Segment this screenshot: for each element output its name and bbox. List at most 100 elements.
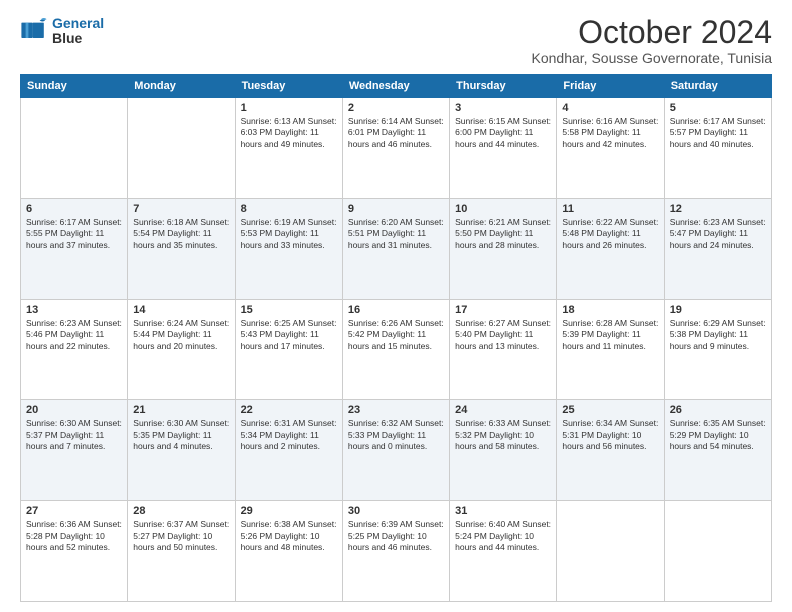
- day-number: 17: [455, 304, 551, 316]
- calendar-cell: 2 Sunrise: 6:14 AM Sunset: 6:01 PM Daylig…: [342, 98, 449, 199]
- calendar-cell: 18 Sunrise: 6:28 AM Sunset: 5:39 PM Dayli…: [557, 299, 664, 400]
- page: General Blue October 2024 Kondhar, Souss…: [0, 0, 792, 612]
- col-header-monday: Monday: [128, 75, 235, 98]
- day-info: Sunrise: 6:30 AM Sunset: 5:35 PM Dayligh…: [133, 418, 229, 452]
- calendar-cell: 10 Sunrise: 6:21 AM Sunset: 5:50 PM Dayli…: [450, 198, 557, 299]
- day-number: 18: [562, 304, 658, 316]
- calendar-cell: 22 Sunrise: 6:31 AM Sunset: 5:34 PM Dayli…: [235, 400, 342, 501]
- day-number: 2: [348, 102, 444, 114]
- day-number: 24: [455, 404, 551, 416]
- day-number: 13: [26, 304, 122, 316]
- day-number: 7: [133, 203, 229, 215]
- day-info: Sunrise: 6:37 AM Sunset: 5:27 PM Dayligh…: [133, 519, 229, 553]
- day-number: 29: [241, 505, 337, 517]
- day-info: Sunrise: 6:17 AM Sunset: 5:57 PM Dayligh…: [670, 116, 766, 150]
- day-number: 10: [455, 203, 551, 215]
- logo: General Blue: [20, 16, 104, 47]
- day-info: Sunrise: 6:35 AM Sunset: 5:29 PM Dayligh…: [670, 418, 766, 452]
- day-number: 25: [562, 404, 658, 416]
- day-info: Sunrise: 6:19 AM Sunset: 5:53 PM Dayligh…: [241, 217, 337, 251]
- day-info: Sunrise: 6:18 AM Sunset: 5:54 PM Dayligh…: [133, 217, 229, 251]
- calendar-cell: 23Sunrise: 6:32 AM Sunset: 5:33 PM Dayli…: [342, 400, 449, 501]
- day-info: Sunrise: 6:38 AM Sunset: 5:26 PM Dayligh…: [241, 519, 337, 553]
- calendar-cell: 21 Sunrise: 6:30 AM Sunset: 5:35 PM Dayli…: [128, 400, 235, 501]
- day-info: Sunrise: 6:39 AM Sunset: 5:25 PM Dayligh…: [348, 519, 444, 553]
- month-title: October 2024: [532, 16, 772, 48]
- day-info: Sunrise: 6:29 AM Sunset: 5:38 PM Dayligh…: [670, 318, 766, 352]
- calendar-cell: [21, 98, 128, 199]
- day-number: 27: [26, 505, 122, 517]
- day-number: 9: [348, 203, 444, 215]
- day-info: Sunrise: 6:21 AM Sunset: 5:50 PM Dayligh…: [455, 217, 551, 251]
- col-header-friday: Friday: [557, 75, 664, 98]
- day-number: 12: [670, 203, 766, 215]
- calendar-cell: [128, 98, 235, 199]
- calendar-cell: 28 Sunrise: 6:37 AM Sunset: 5:27 PM Dayli…: [128, 501, 235, 602]
- calendar-cell: [664, 501, 771, 602]
- day-number: 8: [241, 203, 337, 215]
- day-number: 19: [670, 304, 766, 316]
- calendar-cell: 25 Sunrise: 6:34 AM Sunset: 5:31 PM Dayli…: [557, 400, 664, 501]
- day-number: 22: [241, 404, 337, 416]
- day-info: Sunrise: 6:30 AM Sunset: 5:37 PM Dayligh…: [26, 418, 122, 452]
- calendar-week-row: 6 Sunrise: 6:17 AM Sunset: 5:55 PM Daylig…: [21, 198, 772, 299]
- day-info: Sunrise: 6:28 AM Sunset: 5:39 PM Dayligh…: [562, 318, 658, 352]
- day-number: 21: [133, 404, 229, 416]
- day-info: Sunrise: 6:36 AM Sunset: 5:28 PM Dayligh…: [26, 519, 122, 553]
- calendar-cell: 14 Sunrise: 6:24 AM Sunset: 5:44 PM Dayli…: [128, 299, 235, 400]
- calendar-cell: [557, 501, 664, 602]
- day-info: Sunrise: 6:15 AM Sunset: 6:00 PM Dayligh…: [455, 116, 551, 150]
- calendar-week-row: 1Sunrise: 6:13 AM Sunset: 6:03 PM Daylig…: [21, 98, 772, 199]
- day-info: Sunrise: 6:14 AM Sunset: 6:01 PM Dayligh…: [348, 116, 444, 150]
- day-number: 16: [348, 304, 444, 316]
- col-header-sunday: Sunday: [21, 75, 128, 98]
- calendar-week-row: 13Sunrise: 6:23 AM Sunset: 5:46 PM Dayli…: [21, 299, 772, 400]
- calendar-cell: 15Sunrise: 6:25 AM Sunset: 5:43 PM Dayli…: [235, 299, 342, 400]
- calendar-cell: 3 Sunrise: 6:15 AM Sunset: 6:00 PM Daylig…: [450, 98, 557, 199]
- day-info: Sunrise: 6:23 AM Sunset: 5:47 PM Dayligh…: [670, 217, 766, 251]
- calendar-cell: 30 Sunrise: 6:39 AM Sunset: 5:25 PM Dayli…: [342, 501, 449, 602]
- day-info: Sunrise: 6:34 AM Sunset: 5:31 PM Dayligh…: [562, 418, 658, 452]
- calendar-cell: 12 Sunrise: 6:23 AM Sunset: 5:47 PM Dayli…: [664, 198, 771, 299]
- day-number: 3: [455, 102, 551, 114]
- day-number: 31: [455, 505, 551, 517]
- day-info: Sunrise: 6:17 AM Sunset: 5:55 PM Dayligh…: [26, 217, 122, 251]
- day-info: Sunrise: 6:33 AM Sunset: 5:32 PM Dayligh…: [455, 418, 551, 452]
- day-info: Sunrise: 6:22 AM Sunset: 5:48 PM Dayligh…: [562, 217, 658, 251]
- day-number: 5: [670, 102, 766, 114]
- calendar-cell: 16Sunrise: 6:26 AM Sunset: 5:42 PM Dayli…: [342, 299, 449, 400]
- day-number: 28: [133, 505, 229, 517]
- day-number: 1: [241, 102, 337, 114]
- col-header-tuesday: Tuesday: [235, 75, 342, 98]
- calendar-cell: 11 Sunrise: 6:22 AM Sunset: 5:48 PM Dayli…: [557, 198, 664, 299]
- day-number: 30: [348, 505, 444, 517]
- day-number: 11: [562, 203, 658, 215]
- day-number: 26: [670, 404, 766, 416]
- day-info: Sunrise: 6:32 AM Sunset: 5:33 PM Dayligh…: [348, 418, 444, 452]
- day-info: Sunrise: 6:24 AM Sunset: 5:44 PM Dayligh…: [133, 318, 229, 352]
- logo-icon: [20, 17, 48, 45]
- calendar-table: SundayMondayTuesdayWednesdayThursdayFrid…: [20, 74, 772, 602]
- day-number: 4: [562, 102, 658, 114]
- col-header-thursday: Thursday: [450, 75, 557, 98]
- calendar-header-row: SundayMondayTuesdayWednesdayThursdayFrid…: [21, 75, 772, 98]
- calendar-cell: 17Sunrise: 6:27 AM Sunset: 5:40 PM Dayli…: [450, 299, 557, 400]
- calendar-cell: 9Sunrise: 6:20 AM Sunset: 5:51 PM Daylig…: [342, 198, 449, 299]
- calendar-cell: 19 Sunrise: 6:29 AM Sunset: 5:38 PM Dayli…: [664, 299, 771, 400]
- day-info: Sunrise: 6:40 AM Sunset: 5:24 PM Dayligh…: [455, 519, 551, 553]
- col-header-saturday: Saturday: [664, 75, 771, 98]
- calendar-cell: 24 Sunrise: 6:33 AM Sunset: 5:32 PM Dayli…: [450, 400, 557, 501]
- day-number: 14: [133, 304, 229, 316]
- day-info: Sunrise: 6:31 AM Sunset: 5:34 PM Dayligh…: [241, 418, 337, 452]
- calendar-week-row: 27 Sunrise: 6:36 AM Sunset: 5:28 PM Dayli…: [21, 501, 772, 602]
- day-number: 6: [26, 203, 122, 215]
- calendar-cell: 27 Sunrise: 6:36 AM Sunset: 5:28 PM Dayli…: [21, 501, 128, 602]
- calendar-week-row: 20Sunrise: 6:30 AM Sunset: 5:37 PM Dayli…: [21, 400, 772, 501]
- location: Kondhar, Sousse Governorate, Tunisia: [532, 50, 772, 66]
- logo-text: General Blue: [52, 16, 104, 47]
- calendar-cell: 1Sunrise: 6:13 AM Sunset: 6:03 PM Daylig…: [235, 98, 342, 199]
- calendar-cell: 13Sunrise: 6:23 AM Sunset: 5:46 PM Dayli…: [21, 299, 128, 400]
- header: General Blue October 2024 Kondhar, Souss…: [20, 16, 772, 66]
- calendar-cell: 4Sunrise: 6:16 AM Sunset: 5:58 PM Daylig…: [557, 98, 664, 199]
- title-block: October 2024 Kondhar, Sousse Governorate…: [532, 16, 772, 66]
